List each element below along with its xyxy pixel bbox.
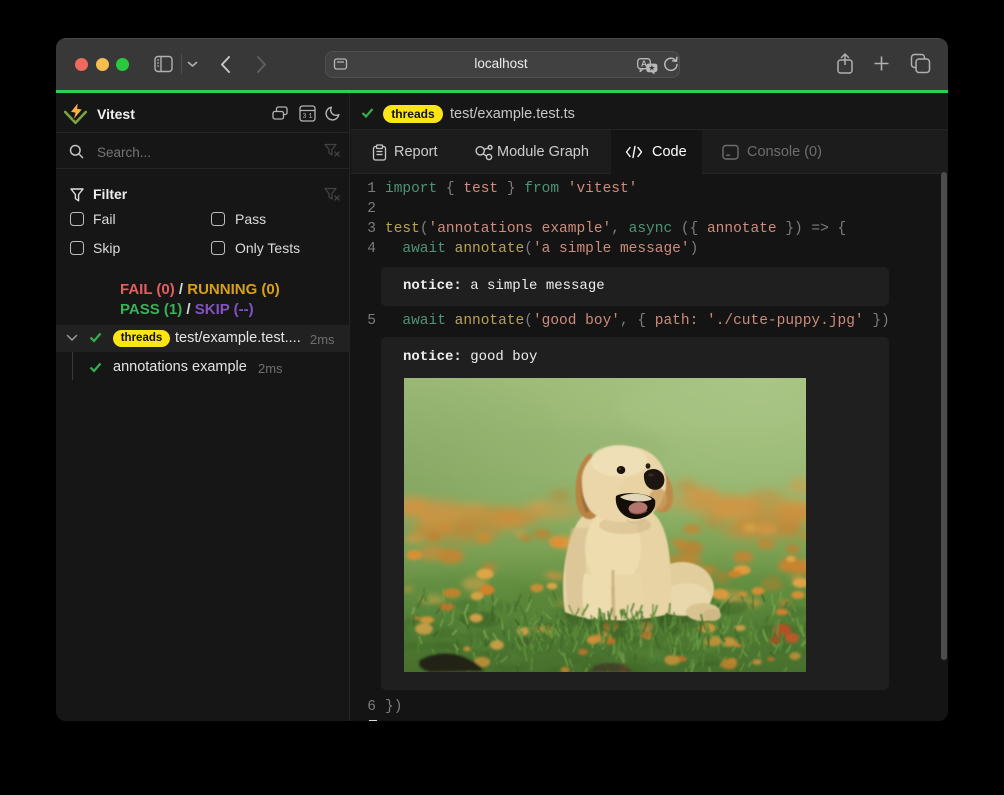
svg-text:★: ★ <box>648 63 655 72</box>
svg-text:1: 1 <box>308 113 312 121</box>
svg-text:3: 3 <box>302 113 306 121</box>
svg-text:A: A <box>641 59 647 69</box>
